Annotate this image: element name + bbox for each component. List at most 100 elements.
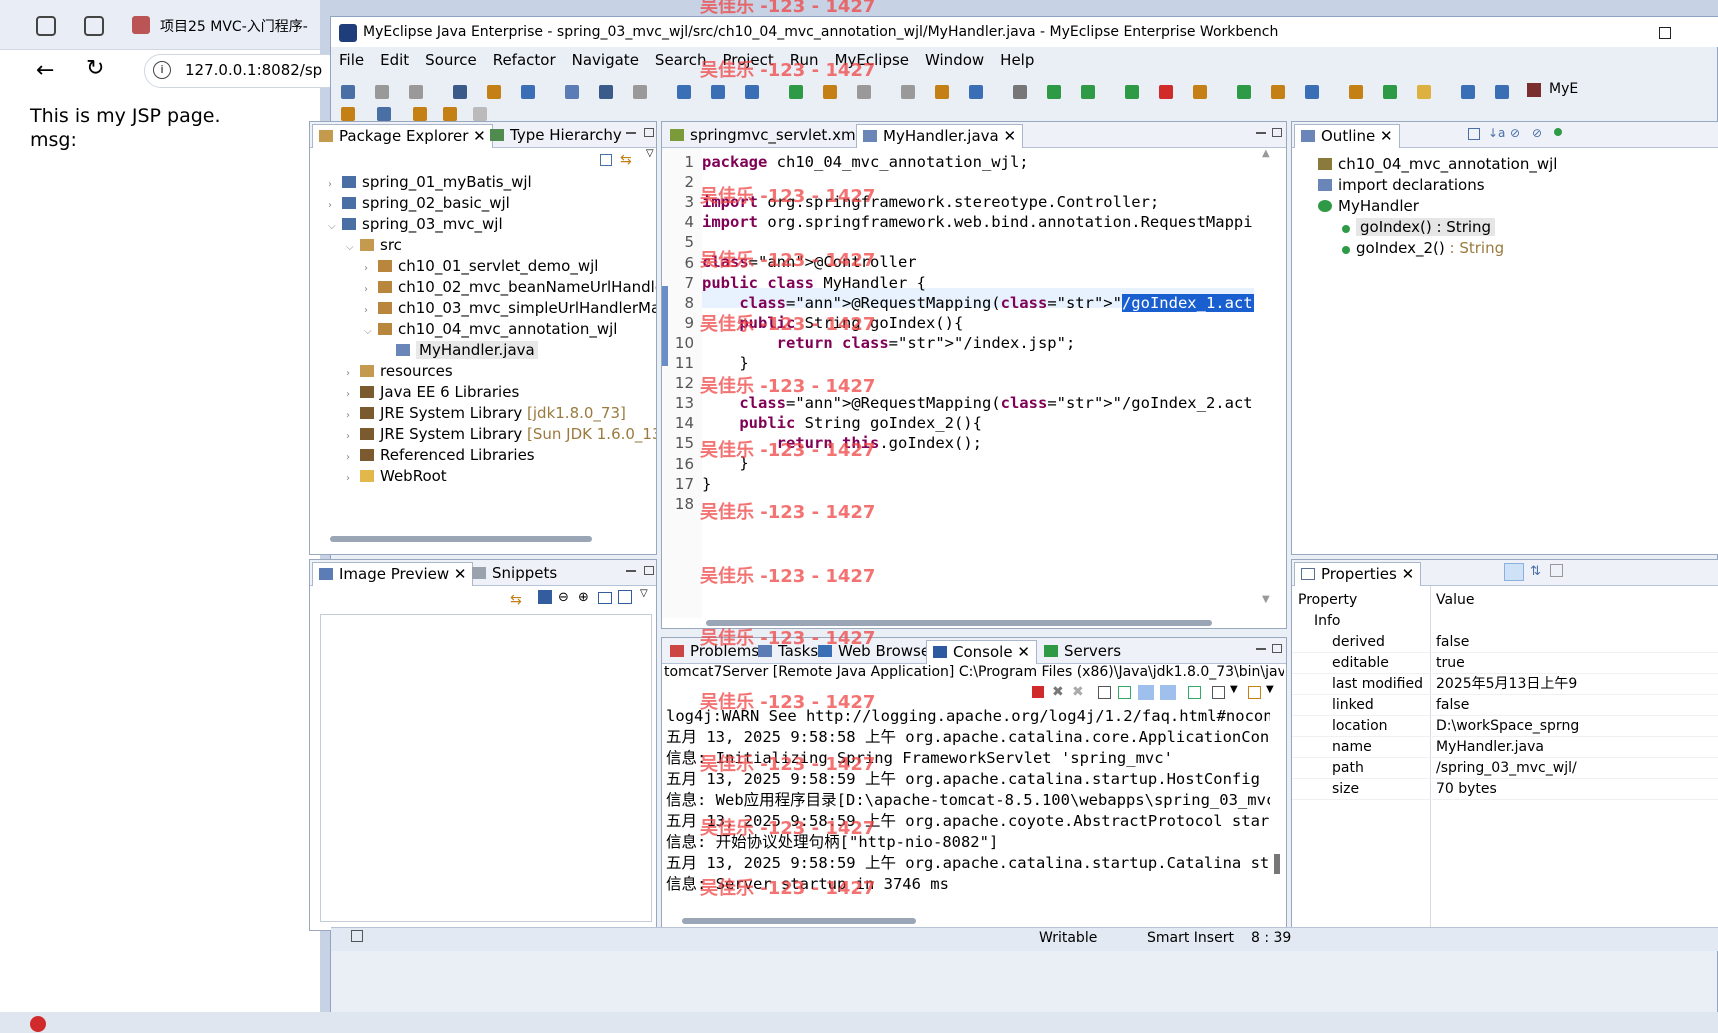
code-line[interactable]: }: [702, 353, 1254, 373]
browser-tab-title[interactable]: 项目25 MVC-入门程序-: [160, 16, 308, 36]
property-column-header[interactable]: Property: [1298, 590, 1357, 611]
fit-icon[interactable]: [538, 590, 552, 604]
hide-static-icon[interactable]: ⊘: [1532, 126, 1542, 140]
web-icon[interactable]: [969, 85, 983, 99]
new-web-icon[interactable]: [711, 85, 725, 99]
console-line[interactable]: 五月 13, 2025 9:58:59 上午 org.apache.catali…: [666, 769, 1270, 790]
sort-icon[interactable]: ↓a: [1488, 126, 1505, 140]
expand-arrow-icon[interactable]: ›: [346, 363, 360, 384]
console-line[interactable]: 信息: 开始协议处理句柄["http-nio-8082"]: [666, 832, 1270, 853]
property-key[interactable]: path: [1332, 758, 1364, 779]
property-key[interactable]: last modified: [1332, 674, 1423, 695]
tree-item[interactable]: › JRE System Library [jdk1.8.0_73]: [328, 403, 656, 424]
tab-springmvc-servlet-xml[interactable]: springmvc_servlet.xml: [664, 124, 866, 148]
code-line[interactable]: class="ann">@Controller: [702, 252, 1254, 272]
clear-console-icon[interactable]: [1098, 686, 1111, 699]
code-line[interactable]: return class="str">"/index.jsp";: [702, 333, 1254, 353]
scroll-up-icon[interactable]: ▲: [1262, 148, 1270, 159]
deploy-icon[interactable]: [521, 85, 535, 99]
minimize-icon[interactable]: [626, 570, 636, 573]
property-value[interactable]: MyHandler.java: [1436, 737, 1544, 758]
search-icon[interactable]: [599, 85, 613, 99]
back-icon[interactable]: [857, 85, 871, 99]
code-line[interactable]: [702, 373, 1254, 393]
property-key[interactable]: editable: [1332, 653, 1389, 674]
back-nav-icon[interactable]: [443, 107, 457, 121]
code-line[interactable]: import org.springframework.stereotype.Co…: [702, 192, 1254, 212]
console-output[interactable]: log4j:WARN See http://logging.apache.org…: [666, 706, 1270, 895]
outline-item[interactable]: goIndex() : String: [1318, 217, 1718, 238]
maximize-icon[interactable]: [1659, 27, 1671, 39]
menu-navigate[interactable]: Navigate: [572, 51, 639, 69]
debug-run-icon[interactable]: [1047, 85, 1061, 99]
validate-icon[interactable]: [1383, 85, 1397, 99]
tree-item[interactable]: › spring_01_myBatis_wjl: [328, 172, 656, 193]
remove-launch-icon[interactable]: ✖: [1052, 684, 1064, 700]
console-line[interactable]: 五月 13, 2025 9:58:59 上午 org.apache.catali…: [666, 853, 1270, 874]
property-value[interactable]: D:\workSpace_sprng: [1436, 716, 1579, 737]
tab-actions-icon[interactable]: [84, 16, 104, 36]
property-key[interactable]: derived: [1332, 632, 1385, 653]
tree-item[interactable]: › ch10_01_servlet_demo_wjl: [328, 256, 656, 277]
code-line[interactable]: [702, 172, 1254, 192]
db-icon[interactable]: [745, 85, 759, 99]
console-line[interactable]: 五月 13, 2025 9:58:58 上午 org.apache.catali…: [666, 727, 1270, 748]
expand-arrow-icon[interactable]: ›: [346, 384, 360, 405]
external-tools-icon[interactable]: [1125, 85, 1139, 99]
code-line[interactable]: public String goIndex_2(){: [702, 413, 1254, 433]
code-line[interactable]: }: [702, 474, 1254, 494]
tab-snippets[interactable]: Snippets: [466, 562, 563, 586]
last-edit-icon[interactable]: [413, 107, 427, 121]
remove-all-icon[interactable]: ✖: [1072, 684, 1084, 700]
sync-icon[interactable]: ⇆: [510, 592, 522, 608]
tree-item[interactable]: › Java EE 6 Libraries: [328, 382, 656, 403]
tab-package-explorer[interactable]: Package Explorer ✕: [312, 124, 493, 148]
console-line[interactable]: 五月 13, 2025 9:58:59 上午 org.apache.coyote…: [666, 811, 1270, 832]
property-value[interactable]: /spring_03_mvc_wjl/: [1436, 758, 1577, 779]
zoom-in-icon[interactable]: ⊕: [578, 590, 589, 605]
new-server-icon[interactable]: [487, 85, 501, 99]
console-line[interactable]: log4j:WARN See http://logging.apache.org…: [666, 706, 1270, 727]
zoom-out-icon[interactable]: ⊖: [558, 590, 569, 605]
link-editor-icon[interactable]: ⇆: [620, 152, 632, 168]
display-console-icon[interactable]: [1212, 686, 1225, 699]
property-key[interactable]: location: [1332, 716, 1388, 737]
menu-run[interactable]: Run: [790, 51, 819, 69]
property-value[interactable]: 70 bytes: [1436, 779, 1497, 800]
hide-fields-icon[interactable]: ⊘: [1510, 126, 1520, 140]
workspaces-icon[interactable]: [36, 16, 56, 36]
address-bar[interactable]: i 127.0.0.1:8082/sp: [144, 54, 344, 88]
code-line[interactable]: return this.goIndex();: [702, 433, 1254, 453]
forward-icon[interactable]: [901, 85, 915, 99]
marker-icon[interactable]: [1461, 85, 1475, 99]
collapse-all-icon[interactable]: [600, 154, 612, 166]
minimize-icon[interactable]: [626, 132, 636, 135]
value-column-header[interactable]: Value: [1436, 590, 1474, 611]
show-categories-icon[interactable]: [1504, 563, 1524, 581]
expand-arrow-icon[interactable]: ⌵: [328, 216, 342, 237]
save-all-icon[interactable]: [409, 85, 423, 99]
code-area[interactable]: package ch10_04_mvc_annotation_wjl; impor…: [702, 148, 1254, 514]
show-stdout-icon[interactable]: [1138, 685, 1154, 700]
view-menu-icon[interactable]: ▽: [646, 148, 654, 159]
scroll-lock-icon[interactable]: [1118, 686, 1131, 699]
expand-arrow-icon[interactable]: ⌵: [346, 237, 360, 258]
forward-nav-icon[interactable]: [473, 107, 487, 121]
tab-console[interactable]: Console ✕: [926, 640, 1037, 664]
tree-item[interactable]: MyHandler.java: [328, 340, 656, 361]
expand-arrow-icon[interactable]: ›: [346, 426, 360, 447]
restore-default-icon[interactable]: [1550, 564, 1563, 577]
save-icon[interactable]: [375, 85, 389, 99]
hint-icon[interactable]: [1305, 85, 1319, 99]
vertical-scrollbar[interactable]: ▲ ▼: [1260, 148, 1274, 618]
tab-outline[interactable]: Outline ✕: [1294, 124, 1400, 148]
tree-item[interactable]: › resources: [328, 361, 656, 382]
tree-item[interactable]: › spring_02_basic_wjl: [328, 193, 656, 214]
menu-file[interactable]: File: [339, 51, 364, 69]
menu-help[interactable]: Help: [1000, 51, 1034, 69]
code-line[interactable]: [702, 232, 1254, 252]
tree-item[interactable]: › WebRoot: [328, 466, 656, 487]
menu-refactor[interactable]: Refactor: [493, 51, 556, 69]
tab-problems[interactable]: Problems: [664, 640, 765, 664]
task-icon[interactable]: [1271, 85, 1285, 99]
